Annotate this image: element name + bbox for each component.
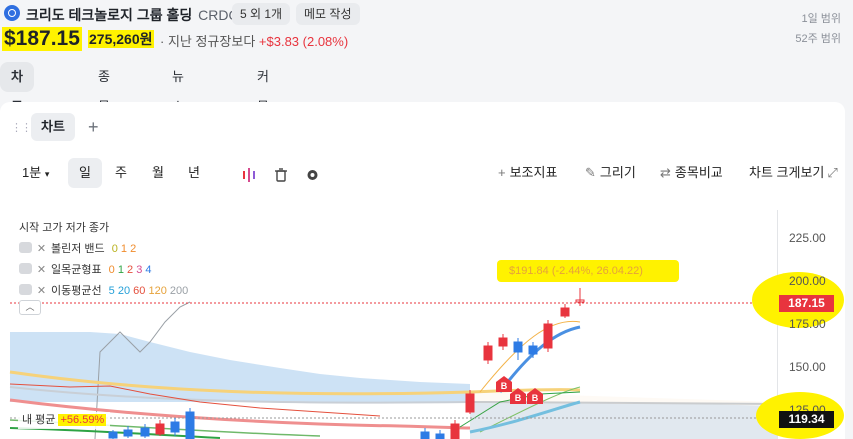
- company-name-text: 크리도 테크놀로지 그룹 홀딩: [26, 7, 193, 23]
- legend-param: 0: [111, 243, 118, 255]
- candle-body: [483, 345, 493, 361]
- candle-body: [450, 423, 460, 439]
- draw-button[interactable]: ✎ 그리기: [585, 158, 636, 188]
- current-price: $187.15: [2, 27, 82, 51]
- interval-week[interactable]: 주: [115, 158, 127, 188]
- price-change-value: +$3.83 (2.08%): [258, 34, 349, 49]
- candle-body: [498, 337, 508, 347]
- legend-param: 2: [127, 264, 134, 276]
- close-icon[interactable]: ✕: [36, 242, 47, 255]
- tab-chart-quote[interactable]: 차트 · 호가: [0, 62, 34, 204]
- stock-header: 크리도 테크놀로지 그룹 홀딩 CRDO 5 외 1개 메모 작성 1일 범위 …: [0, 0, 853, 60]
- price-krw: 275,260원: [88, 30, 154, 48]
- legend-param: 1: [120, 243, 128, 255]
- candle-body: [465, 393, 475, 413]
- candle-body: [560, 307, 570, 317]
- legend-moving-average: ✕ 이동평균선 5 20 60 120 200: [19, 282, 188, 298]
- company-name: 크리도 테크놀로지 그룹 홀딩 CRDO: [26, 5, 239, 25]
- interval-1min-label: 1분: [22, 165, 42, 180]
- candle-body: [108, 431, 118, 439]
- expand-chart-button[interactable]: 차트 크게보기 ⤢: [749, 158, 842, 188]
- day-range-label[interactable]: 1일 범위: [801, 10, 841, 26]
- candle-body: [528, 345, 538, 355]
- legend-param: 60: [133, 285, 146, 297]
- candle-body: [185, 411, 195, 439]
- interval-day[interactable]: 일: [68, 158, 102, 188]
- expand-label: 차트 크게보기: [749, 165, 825, 180]
- candle-body: [513, 341, 523, 353]
- related-stocks-chip[interactable]: 5 외 1개: [232, 3, 291, 25]
- buy-marker-label: B: [515, 393, 522, 403]
- candle-body: [420, 431, 430, 439]
- legend-name[interactable]: 이동평균선: [51, 285, 102, 297]
- indicator-label: 보조지표: [509, 165, 558, 180]
- 52week-range-label[interactable]: 52주 범위: [795, 30, 841, 46]
- compare-button[interactable]: ⇄ 종목비교: [660, 158, 723, 188]
- memo-write-button[interactable]: 메모 작성: [296, 3, 360, 25]
- interval-1min[interactable]: 1분 ▾: [22, 158, 49, 188]
- tab-community[interactable]: 커뮤니티: [246, 62, 280, 174]
- y-tick-label: 225.00: [789, 231, 826, 245]
- chevron-down-icon: ▾: [44, 169, 50, 179]
- tab-stock-info[interactable]: 종목정보: [87, 62, 121, 174]
- compare-label: 종목비교: [674, 165, 723, 180]
- interval-month[interactable]: 월: [152, 158, 164, 188]
- legend-param: 1: [117, 264, 124, 276]
- legend-bollinger: ✕ 볼린저 밴드 0 1 2: [19, 240, 136, 256]
- draw-label: 그리기: [599, 165, 636, 180]
- tab-news[interactable]: 뉴스 · 공시: [161, 62, 195, 204]
- legend-param: 4: [145, 264, 152, 276]
- legend-param: 200: [169, 285, 189, 297]
- legend-param: 2: [130, 243, 137, 255]
- avg-value: +56.59%: [58, 414, 107, 426]
- collapse-legend-button[interactable]: ︿: [19, 300, 41, 315]
- legend-name[interactable]: 일목균형표: [51, 264, 102, 276]
- gear-icon[interactable]: [305, 164, 320, 194]
- legend-name[interactable]: 볼린저 밴드: [51, 243, 105, 255]
- buy-marker-label: B: [501, 381, 508, 391]
- chart-panel: BBB ⋮⋮ 차트 + 1분 ▾ 일 주 월 년 + 보조지표 ✎ 그리기 ⇄ 종목비…: [0, 102, 845, 439]
- avg-price-label: 119.34: [779, 411, 834, 428]
- eye-icon[interactable]: [19, 284, 32, 295]
- eye-icon[interactable]: [19, 242, 32, 253]
- avg-label: 내 평균: [22, 414, 56, 426]
- buy-marker-label: B: [532, 393, 539, 403]
- candle-body: [435, 433, 445, 439]
- candle-style-icon[interactable]: [242, 164, 256, 194]
- price-change-prefix: · 지난 정규장보다: [160, 34, 256, 49]
- candle-body: [123, 429, 133, 437]
- y-tick-label: 150.00: [789, 360, 826, 374]
- eye-icon[interactable]: [19, 263, 32, 274]
- legend-param: 0: [108, 264, 115, 276]
- candle-body: [140, 427, 150, 437]
- current-price-label: 187.15: [779, 295, 834, 312]
- legend-param: 20: [117, 285, 131, 297]
- plus-icon: +: [498, 165, 506, 180]
- add-tab-icon[interactable]: +: [88, 113, 99, 141]
- pencil-icon: ✎: [585, 165, 596, 180]
- y-tick-label: 175.00: [789, 317, 826, 331]
- expand-icon: ⤢: [827, 165, 838, 180]
- candle-body: [155, 423, 165, 435]
- legend-param: 3: [136, 264, 143, 276]
- interval-year[interactable]: 년: [188, 158, 200, 188]
- price-change: · 지난 정규장보다 +$3.83 (2.08%): [160, 31, 348, 50]
- candle-body: [543, 323, 553, 349]
- trash-icon[interactable]: [274, 164, 288, 194]
- close-icon[interactable]: ✕: [36, 263, 47, 276]
- company-logo-icon: [4, 5, 20, 21]
- chart-tab[interactable]: 차트: [31, 113, 75, 141]
- avg-return-badge: 내 평균 +56.59%: [18, 412, 111, 429]
- indicator-button[interactable]: + 보조지표: [498, 158, 557, 188]
- legend-param: 5: [108, 285, 115, 297]
- y-tick-label: 200.00: [789, 274, 826, 288]
- legend-param: 120: [148, 285, 167, 297]
- drag-handle-icon[interactable]: ⋮⋮: [11, 121, 32, 134]
- close-icon[interactable]: ✕: [36, 284, 47, 297]
- ohlc-legend: 시작 고가 저가 종가: [19, 222, 110, 234]
- price-annotation: $191.84 (-2.44%, 26.04.22): [497, 260, 679, 282]
- legend-ichimoku: ✕ 일목균형표 0 1 2 3 4: [19, 261, 152, 277]
- swap-icon: ⇄: [660, 165, 671, 180]
- candle-body: [170, 421, 180, 433]
